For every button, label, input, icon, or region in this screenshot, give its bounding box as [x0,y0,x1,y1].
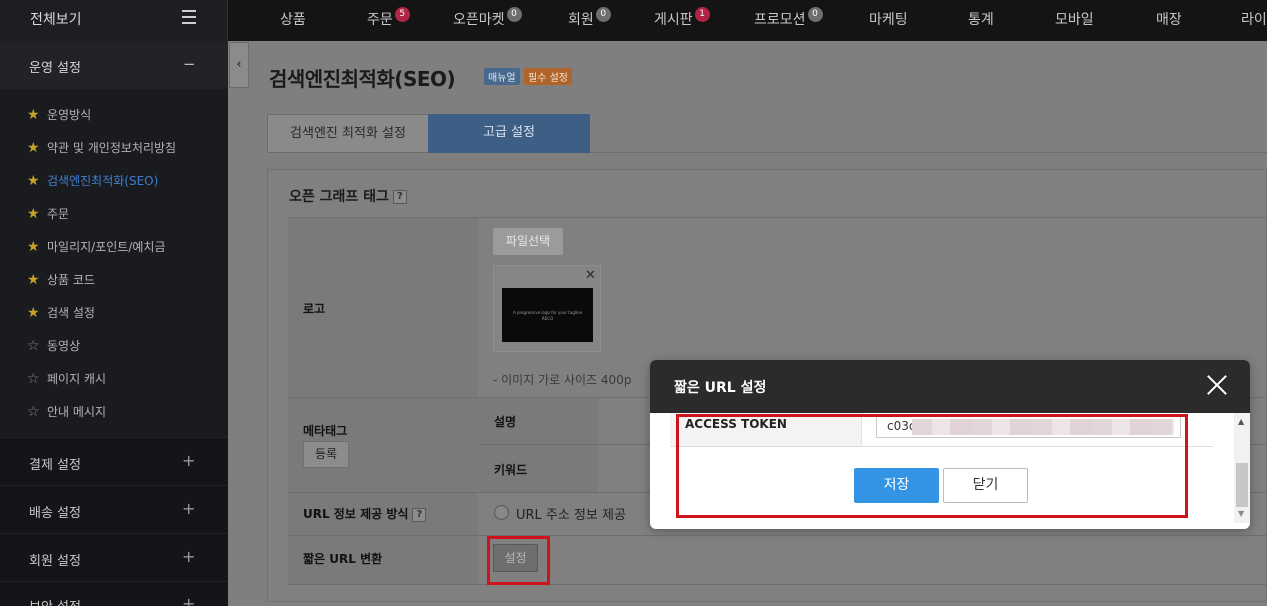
logo-image: A progressive logo for your tagline RECO [502,288,593,342]
sidebar-item-mileage[interactable]: ★ 마일리지/포인트/예치금 [27,238,166,255]
nav-statistics[interactable]: 통계 [968,9,994,29]
sidebar-category-label: 보안 설정 [29,596,81,606]
file-select-button[interactable]: 파일선택 [493,228,563,255]
star-outline-icon[interactable]: ☆ [27,404,43,420]
tab-seo-settings[interactable]: 검색엔진 최적화 설정 [267,114,429,153]
scrollbar-thumb[interactable] [1236,463,1248,507]
notification-badge: 1 [694,7,710,22]
manual-tag[interactable]: 매뉴얼 [484,68,520,85]
sidebar-category-label: 배송 설정 [29,506,81,521]
highlight-box [487,536,550,585]
nav-marketing[interactable]: 마케팅 [869,9,908,29]
notification-badge: 0 [506,7,522,22]
register-button[interactable]: 등록 [303,441,349,468]
nav-members[interactable]: 회원 0 [568,7,611,30]
divider [288,584,1267,585]
url-info-radio[interactable] [494,505,509,520]
nav-products[interactable]: 상품 [280,9,306,29]
sidebar-item-video[interactable]: ☆ 동영상 [27,337,80,354]
notification-badge: 5 [394,7,410,22]
section-title: 오픈 그래프 태그? [289,186,407,206]
sidebar-item-guide-message[interactable]: ☆ 안내 메시지 [27,403,106,420]
divider [288,535,1267,536]
scroll-down-icon[interactable]: ▼ [1238,509,1244,518]
star-icon[interactable]: ★ [27,239,43,255]
meta-tag-label: 메타태그 [303,424,348,438]
highlight-box [676,414,1188,518]
tab-advanced-settings[interactable]: 고급 설정 [428,114,590,153]
expand-icon[interactable]: + [182,451,195,470]
nav-orders[interactable]: 주문 5 [367,7,410,30]
short-url-label: 짧은 URL 변환 [303,552,383,566]
url-info-radio-label[interactable]: URL 주소 정보 제공 [516,504,626,523]
star-icon[interactable]: ★ [27,305,43,321]
required-setting-tag: 필수 설정 [524,68,572,85]
expand-icon[interactable]: + [182,594,195,606]
sidebar-section-title: 운영 설정 [29,61,81,76]
nav-board[interactable]: 게시판 1 [654,7,710,30]
sidebar-item-page-cache[interactable]: ☆ 페이지 캐시 [27,370,106,387]
all-menu-label: 전체보기 [30,12,82,28]
sidebar-item-terms-privacy[interactable]: ★ 약관 및 개인정보처리방침 [27,139,176,156]
expand-icon[interactable]: + [182,547,195,566]
star-icon[interactable]: ★ [27,173,43,189]
scroll-up-icon[interactable]: ▲ [1238,417,1244,426]
sidebar-item-product-code[interactable]: ★ 상품 코드 [27,271,95,288]
modal-title: 짧은 URL 설정 [674,380,767,396]
star-icon[interactable]: ★ [27,140,43,156]
help-icon[interactable]: ? [412,507,427,522]
nav-store[interactable]: 매장 [1156,9,1182,29]
close-icon[interactable]: ✕ [585,268,596,283]
nav-promotion[interactable]: 프로모션 0 [754,7,823,30]
sidebar-item-search-settings[interactable]: ★ 검색 설정 [27,304,95,321]
nav-open-market[interactable]: 오픈마켓 0 [453,7,522,30]
nav-live[interactable]: 라이 [1241,9,1267,29]
nav-mobile[interactable]: 모바일 [1055,9,1094,29]
description-label: 설명 [494,415,517,429]
logo-image-text: A progressive logo for your tagline RECO [512,310,583,321]
sidebar-category-label: 회원 설정 [29,554,81,569]
notification-badge: 0 [807,7,823,22]
notification-badge: 0 [595,7,611,22]
url-info-label: URL 정보 제공 방식? [303,505,427,522]
close-icon[interactable] [1206,374,1228,396]
help-icon[interactable]: ? [392,190,407,204]
collapse-icon[interactable]: − [183,55,196,73]
divider [288,217,1267,218]
star-outline-icon[interactable]: ☆ [27,371,43,387]
sidebar-item-operation-mode[interactable]: ★ 운영방식 [27,106,91,123]
star-icon[interactable]: ★ [27,272,43,288]
sidebar-category-label: 결제 설정 [29,458,81,473]
table-header-column [288,217,478,584]
expand-icon[interactable]: + [182,499,195,518]
page-title: 검색엔진최적화(SEO) [269,67,456,91]
sidebar-item-order[interactable]: ★ 주문 [27,205,69,222]
star-outline-icon[interactable]: ☆ [27,338,43,354]
hamburger-icon[interactable] [182,10,196,24]
sidebar-collapse-chevron-icon[interactable]: ‹ [229,42,249,88]
image-size-note: - 이미지 가로 사이즈 400p [493,373,632,387]
sidebar-item-seo[interactable]: ★ 검색엔진최적화(SEO) [27,172,158,189]
logo-label: 로고 [303,302,326,316]
star-icon[interactable]: ★ [27,107,43,123]
short-url-modal: 짧은 URL 설정 ACCESS TOKEN c03c 저장 닫기 ▲ ▼ [650,360,1250,529]
keyword-label: 키워드 [494,463,528,477]
star-icon[interactable]: ★ [27,206,43,222]
